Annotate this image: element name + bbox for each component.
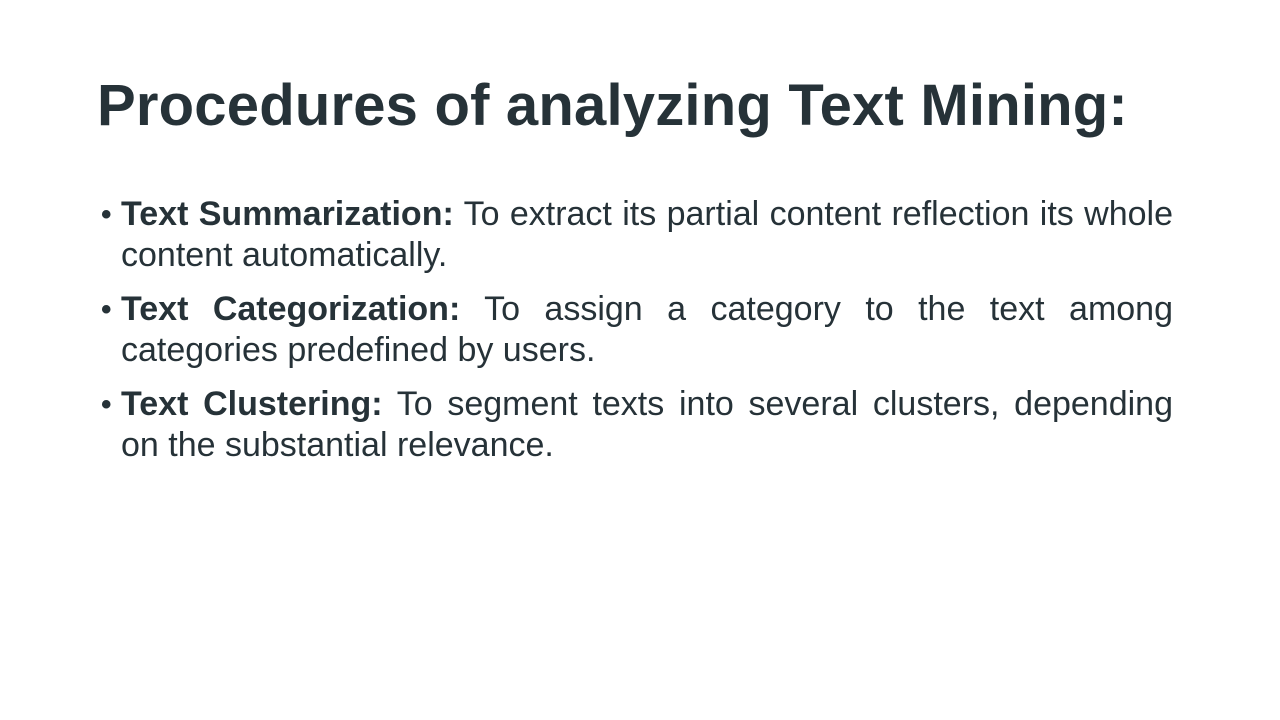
- bullet-term: Text Clustering:: [121, 385, 383, 423]
- bullet-list: • Text Summarization: To extract its part…: [101, 194, 1173, 479]
- bullet-term: Text Summarization:: [121, 195, 454, 233]
- bullet-icon: •: [101, 388, 112, 421]
- bullet-term: Text Categorization:: [121, 290, 461, 328]
- bullet-item-text-categorization: • Text Categorization: To assign a catego…: [101, 289, 1173, 371]
- bullet-item-text-clustering: • Text Clustering: To segment texts into …: [101, 384, 1173, 466]
- slide-title: Procedures of analyzing Text Mining:: [97, 73, 1128, 138]
- bullet-item-text-summarization: • Text Summarization: To extract its part…: [101, 194, 1173, 276]
- bullet-icon: •: [101, 293, 112, 326]
- bullet-icon: •: [101, 198, 112, 231]
- slide: Procedures of analyzing Text Mining: • Te…: [0, 0, 1280, 720]
